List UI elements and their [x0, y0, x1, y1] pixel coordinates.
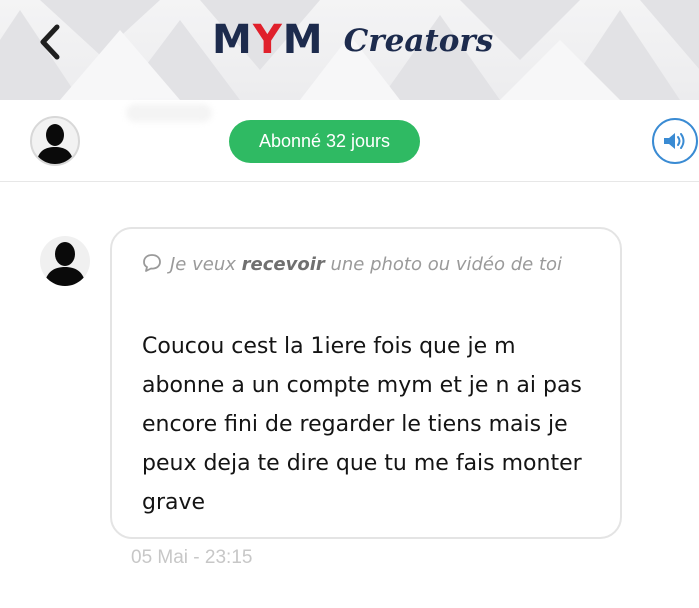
brand-creators: Creators	[343, 23, 494, 59]
message-text: Coucou cest la 1iere fois que je m abonn…	[142, 334, 582, 515]
user-silhouette-icon	[36, 124, 74, 164]
brand-mym: MYM	[212, 17, 324, 63]
app-header: MYM Creators	[0, 0, 699, 100]
message-bubble: Je veux recevoir une photo ou vidéo de t…	[110, 227, 622, 539]
user-silhouette-icon	[44, 242, 86, 286]
avatar[interactable]	[30, 116, 80, 166]
subscription-badge: Abonné 32 jours	[229, 120, 420, 163]
request-keyword: recevoir	[241, 254, 325, 275]
back-button[interactable]	[30, 20, 70, 64]
redacted-username	[126, 104, 212, 122]
mym-creators-logo: MYM Creators	[212, 14, 493, 64]
sender-avatar[interactable]	[40, 236, 90, 286]
message-timestamp: 05 Mai - 23:15	[131, 547, 253, 568]
chat-bubble-icon	[142, 248, 162, 287]
media-request-text: Je veux recevoir une photo ou vidéo de t…	[142, 245, 602, 287]
conversation-subheader: Abonné 32 jours	[0, 100, 699, 182]
sound-toggle-button[interactable]	[652, 118, 698, 164]
chevron-left-icon	[40, 24, 60, 60]
speaker-volume-icon	[664, 133, 685, 149]
